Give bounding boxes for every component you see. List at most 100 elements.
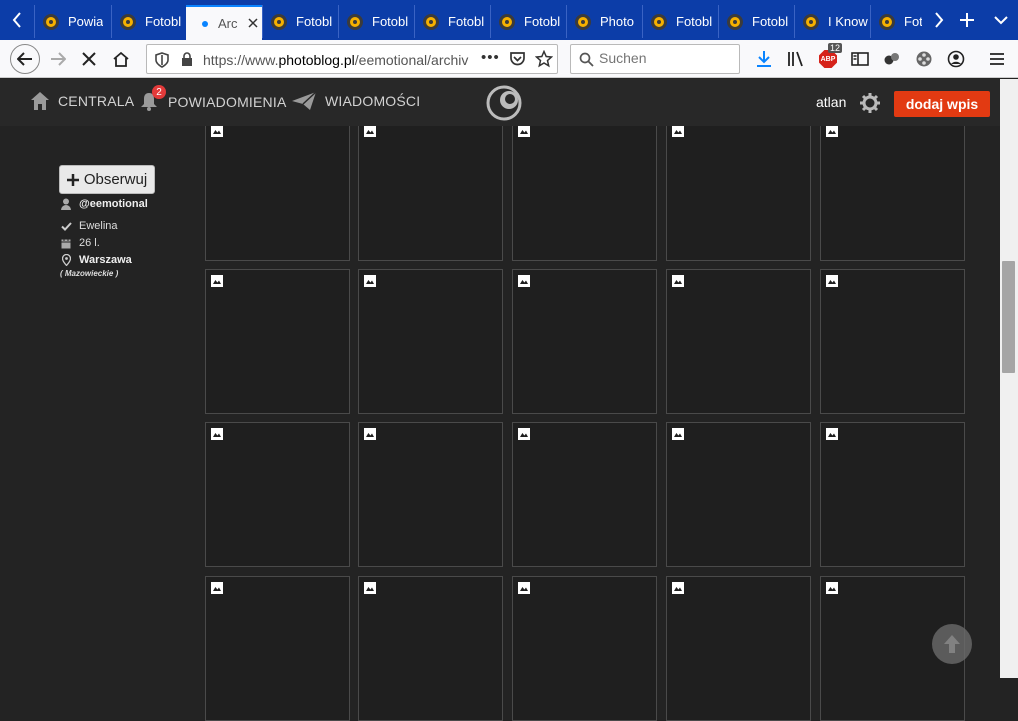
messages-link[interactable]: WIADOMOŚCI (291, 91, 420, 111)
bookmark-star-icon[interactable] (535, 50, 553, 68)
photo-thumbnail[interactable] (512, 116, 657, 261)
photo-thumbnail[interactable] (512, 269, 657, 414)
photo-thumbnail[interactable] (666, 422, 811, 567)
photoblog-favicon-icon (499, 13, 515, 30)
broken-image-icon (364, 125, 376, 137)
search-bar[interactable] (570, 44, 740, 74)
photo-thumbnail[interactable] (358, 116, 503, 261)
plus-icon (960, 13, 974, 27)
photo-thumbnail[interactable] (358, 422, 503, 567)
settings-button[interactable] (859, 92, 881, 119)
menu-button[interactable] (983, 45, 1011, 73)
profile-name-row: Ewelina (59, 220, 118, 232)
photo-thumbnail[interactable] (820, 269, 965, 414)
browser-tab[interactable]: Fotobl (490, 5, 566, 38)
photo-thumbnail[interactable] (205, 116, 350, 261)
gear-icon (860, 93, 880, 113)
sidebar-icon (851, 52, 869, 66)
photo-thumbnail[interactable] (205, 422, 350, 567)
broken-image-icon (826, 582, 838, 594)
browser-tab[interactable]: Fotobl (642, 5, 718, 38)
arrow-right-icon (51, 52, 66, 66)
stop-loading-button[interactable] (75, 45, 103, 73)
close-tab-icon[interactable] (247, 15, 258, 33)
profile-handle[interactable]: @eemotional (79, 198, 148, 210)
photo-thumbnail[interactable] (666, 116, 811, 261)
photo-thumbnail[interactable] (820, 422, 965, 567)
photoblog-logo[interactable] (486, 85, 524, 126)
new-tab-button[interactable] (950, 0, 984, 40)
page-scrollbar-thumb[interactable] (1002, 261, 1015, 373)
forward-button[interactable] (44, 45, 72, 73)
photo-thumbnail[interactable] (666, 576, 811, 721)
photo-thumbnail[interactable] (666, 269, 811, 414)
photoblog-camera-logo-icon (486, 85, 522, 121)
photo-thumbnail[interactable] (205, 269, 350, 414)
extension-button-1[interactable] (878, 45, 906, 73)
broken-image-icon (518, 428, 530, 440)
profile-age-row: 26 l. (59, 237, 100, 249)
back-button[interactable] (10, 44, 40, 74)
back-to-top-button[interactable] (932, 624, 972, 664)
broken-image-icon (364, 582, 376, 594)
username-link[interactable]: atlan (816, 94, 846, 110)
tab-label: Foto (904, 14, 922, 29)
browser-tab[interactable]: Photo (566, 5, 642, 38)
photo-thumbnail[interactable] (205, 576, 350, 721)
profile-location-row: Warszawa (59, 254, 132, 266)
broken-image-icon (364, 275, 376, 287)
list-all-tabs-button[interactable] (984, 0, 1018, 40)
paper-plane-icon (292, 91, 317, 110)
tab-label: Fotobl (448, 14, 485, 29)
photo-thumbnail[interactable] (358, 576, 503, 721)
broken-image-icon (364, 428, 376, 440)
browser-tab[interactable]: I Know (794, 5, 870, 38)
check-icon (60, 221, 72, 231)
photo-thumbnail[interactable] (512, 422, 657, 567)
home-button[interactable] (107, 45, 135, 73)
search-input[interactable] (599, 50, 729, 66)
photo-thumbnail[interactable] (512, 576, 657, 721)
url-text[interactable]: https://www.photoblog.pl/eemotional/arch… (203, 52, 475, 68)
page-actions-menu-icon[interactable]: ••• (481, 49, 500, 66)
browser-tab[interactable]: Fotobl (262, 5, 338, 38)
close-icon (82, 52, 96, 66)
download-arrow-icon (757, 51, 771, 67)
map-pin-icon (61, 254, 71, 266)
library-button[interactable] (782, 45, 810, 73)
notifications-link[interactable]: 2 POWIADOMIENIA (140, 85, 287, 112)
centrala-link[interactable]: CENTRALA (30, 91, 134, 111)
pocket-icon[interactable] (509, 51, 526, 67)
account-button[interactable] (942, 45, 970, 73)
scroll-tabs-left-button[interactable] (0, 0, 34, 40)
page-scrollbar[interactable] (1000, 79, 1018, 678)
address-bar[interactable]: https://www.photoblog.pl/eemotional/arch… (146, 44, 558, 74)
browser-tab[interactable]: Foto (870, 5, 922, 38)
photo-thumbnail[interactable] (358, 269, 503, 414)
browser-tab[interactable]: Powia (34, 5, 110, 38)
browser-tab[interactable]: Fotobl (111, 5, 185, 38)
broken-image-icon (211, 582, 223, 594)
chevron-right-icon (935, 12, 944, 28)
home-icon (113, 51, 129, 67)
tab-loading-indicator (202, 20, 208, 27)
notifications-count-badge: 2 (152, 85, 166, 99)
browser-tab[interactable]: Fotobl (338, 5, 414, 38)
adblock-plus-button[interactable]: ABP 12 (814, 43, 843, 73)
browser-tab[interactable]: Arc (186, 5, 262, 40)
add-entry-button[interactable]: dodaj wpis (894, 91, 990, 117)
downloads-button[interactable] (750, 45, 778, 73)
tab-label: Fotobl (296, 14, 333, 29)
profile-city[interactable]: Warszawa (79, 254, 132, 266)
browser-tab[interactable]: Fotobl (718, 5, 794, 38)
photo-thumbnail[interactable] (820, 116, 965, 261)
follow-button[interactable]: Obserwuj (59, 165, 155, 194)
library-icon (788, 51, 803, 67)
profile-handle-row: @eemotional (59, 198, 148, 210)
arrow-up-icon (944, 635, 960, 653)
browser-tab[interactable]: Fotobl (414, 5, 490, 38)
tab-label: Fotobl (676, 14, 713, 29)
sidebar-toggle-button[interactable] (846, 45, 874, 73)
broken-image-icon (672, 275, 684, 287)
extension-button-2[interactable] (910, 45, 938, 73)
